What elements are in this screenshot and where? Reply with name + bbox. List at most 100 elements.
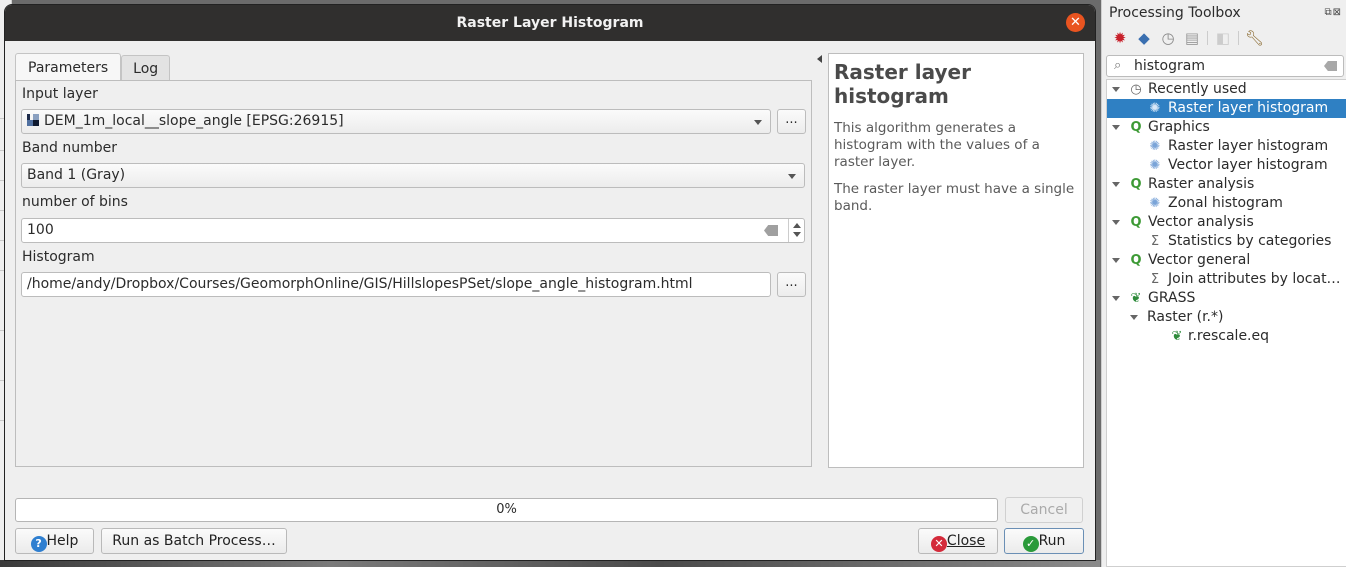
help-paragraph: This algorithm generates a histogram wit…: [834, 120, 1040, 170]
models-gear-icon[interactable]: ✹: [1111, 29, 1129, 47]
input-layer-combo[interactable]: DEM_1m_local__slope_angle [EPSG:26915]: [21, 109, 771, 134]
background-map-canvas: [0, 560, 1100, 567]
search-value: histogram: [1134, 58, 1205, 74]
run-button[interactable]: ✓ Run: [1004, 528, 1084, 554]
histogram-output-label: Histogram: [22, 249, 95, 265]
spin-buttons[interactable]: [788, 219, 804, 242]
sigma-icon: Σ: [1150, 234, 1160, 249]
expand-arrow-icon[interactable]: [1112, 182, 1120, 187]
bins-spinbox[interactable]: 100: [21, 218, 805, 243]
tree-item-label: Raster layer histogram: [1168, 138, 1329, 154]
tree-item-label: Raster analysis: [1148, 176, 1255, 192]
expand-arrow-icon[interactable]: [1112, 220, 1120, 225]
toolbox-toolbar: ✹ ◆ ◷ ▤ ◧ 🔧︎: [1111, 29, 1264, 47]
panel-window-buttons: ⧉⊠: [1324, 7, 1342, 18]
edit-features-icon[interactable]: ◧: [1214, 29, 1232, 47]
tree-group[interactable]: Q Vector general: [1107, 251, 1346, 270]
expand-arrow-icon[interactable]: [1112, 296, 1120, 301]
history-clock-icon[interactable]: ◷: [1159, 29, 1177, 47]
sigma-icon: Σ: [1150, 272, 1160, 287]
dialog-tabs: Parameters Log: [15, 53, 171, 82]
tree-group[interactable]: Q Raster analysis: [1107, 175, 1346, 194]
gear-icon: ✺: [1149, 196, 1161, 211]
chevron-down-icon: [788, 174, 796, 179]
bins-label: number of bins: [22, 194, 128, 210]
clear-search-icon[interactable]: [1324, 61, 1337, 71]
help-icon: ?: [30, 536, 47, 552]
tree-group[interactable]: ◷ Recently used: [1107, 80, 1346, 99]
band-number-label: Band number: [22, 140, 118, 156]
histogram-output-browse-button[interactable]: ...: [777, 272, 806, 297]
input-layer-browse-button[interactable]: ...: [777, 109, 806, 134]
band-number-value: Band 1 (Gray): [27, 167, 126, 183]
checkmark-icon: ✓: [1022, 536, 1039, 552]
parameters-panel: Input layer DEM_1m_local__slope_angle [E…: [15, 80, 812, 467]
tree-item[interactable]: ✺ Zonal histogram: [1107, 194, 1346, 213]
qgis-icon: Q: [1130, 215, 1142, 230]
tree-item[interactable]: ✺ Raster layer histogram: [1107, 137, 1346, 156]
help-paragraph: The raster layer must have a single band…: [834, 181, 1075, 214]
progress-bar: 0%: [15, 498, 998, 522]
bins-value: 100: [27, 222, 54, 238]
grass-icon: ❦: [1171, 329, 1183, 344]
tree-group[interactable]: Q Graphics: [1107, 118, 1346, 137]
tree-item-label: Vector analysis: [1148, 214, 1254, 230]
expand-arrow-icon[interactable]: [1112, 125, 1120, 130]
tab-log[interactable]: Log: [121, 55, 171, 82]
help-button[interactable]: ? Help: [15, 528, 94, 554]
close-button-label: Close: [946, 533, 986, 549]
help-button-label: Help: [46, 533, 79, 549]
options-wrench-icon[interactable]: 🔧︎: [1245, 29, 1264, 47]
clear-icon[interactable]: [764, 225, 778, 236]
python-icon[interactable]: ◆: [1135, 29, 1153, 47]
band-number-combo[interactable]: Band 1 (Gray): [21, 163, 805, 188]
chevron-down-icon: [754, 120, 762, 125]
expand-arrow-icon[interactable]: [1112, 87, 1120, 92]
close-button[interactable]: ✕ Close: [918, 528, 998, 554]
tree-item[interactable]: ✺ Vector layer histogram: [1107, 156, 1346, 175]
toolbar-separator: [1207, 31, 1208, 45]
close-icon: ✕: [1070, 15, 1081, 30]
tree-item[interactable]: ❦ r.rescale.eq: [1107, 327, 1346, 346]
spin-down-icon[interactable]: [793, 232, 801, 237]
close-panel-icon[interactable]: ⊠: [1333, 7, 1342, 18]
window-close-button[interactable]: ✕: [1066, 13, 1085, 32]
spin-up-icon[interactable]: [793, 223, 801, 228]
raster-layer-histogram-dialog: Raster Layer Histogram ✕ Parameters Log …: [5, 5, 1095, 560]
gear-icon: ✺: [1149, 101, 1161, 116]
expand-arrow-icon[interactable]: [1130, 315, 1138, 320]
tree-item-label: Zonal histogram: [1168, 195, 1283, 211]
clock-icon: ◷: [1130, 82, 1142, 97]
tree-item[interactable]: Σ Statistics by categories: [1107, 232, 1346, 251]
run-as-batch-button[interactable]: Run as Batch Process…: [101, 528, 287, 554]
float-panel-icon[interactable]: ⧉: [1324, 7, 1332, 18]
tab-parameters[interactable]: Parameters: [15, 53, 122, 82]
toolbox-search-input[interactable]: ⌕ histogram: [1106, 55, 1344, 77]
tree-group[interactable]: ❦ GRASS: [1107, 289, 1346, 308]
progress-label: 0%: [496, 502, 517, 517]
algorithm-help-panel: Raster layer histogram This algorithm ge…: [828, 53, 1084, 468]
histogram-output-value: /home/andy/Dropbox/Courses/GeomorphOnlin…: [27, 276, 693, 292]
input-layer-label: Input layer: [22, 86, 98, 102]
search-icon: ⌕: [1114, 58, 1122, 73]
tree-item[interactable]: Σ Join attributes by locat…: [1107, 270, 1346, 289]
tree-item-label: Join attributes by locat…: [1168, 271, 1341, 287]
help-title: Raster layer histogram: [834, 60, 971, 108]
raster-layer-icon: [27, 114, 39, 126]
tree-item-label: Vector layer histogram: [1168, 157, 1328, 173]
qgis-icon: Q: [1130, 177, 1142, 192]
cancel-button[interactable]: Cancel: [1005, 497, 1083, 523]
histogram-output-field[interactable]: /home/andy/Dropbox/Courses/GeomorphOnlin…: [21, 272, 771, 297]
collapse-help-arrow-icon[interactable]: [817, 55, 822, 63]
dialog-titlebar: Raster Layer Histogram ✕: [5, 5, 1095, 41]
results-document-icon[interactable]: ▤: [1183, 29, 1201, 47]
tree-item-label: Raster layer histogram: [1168, 100, 1329, 116]
expand-arrow-icon[interactable]: [1112, 258, 1120, 263]
gear-icon: ✺: [1149, 158, 1161, 173]
tree-group[interactable]: Q Vector analysis: [1107, 213, 1346, 232]
tree-item[interactable]: ✺ Raster layer histogram: [1107, 99, 1346, 118]
qgis-icon: Q: [1130, 253, 1142, 268]
tree-item[interactable]: Raster (r.*): [1107, 308, 1346, 327]
tree-item-label: Raster (r.*): [1147, 309, 1224, 325]
grass-icon: ❦: [1130, 291, 1142, 306]
